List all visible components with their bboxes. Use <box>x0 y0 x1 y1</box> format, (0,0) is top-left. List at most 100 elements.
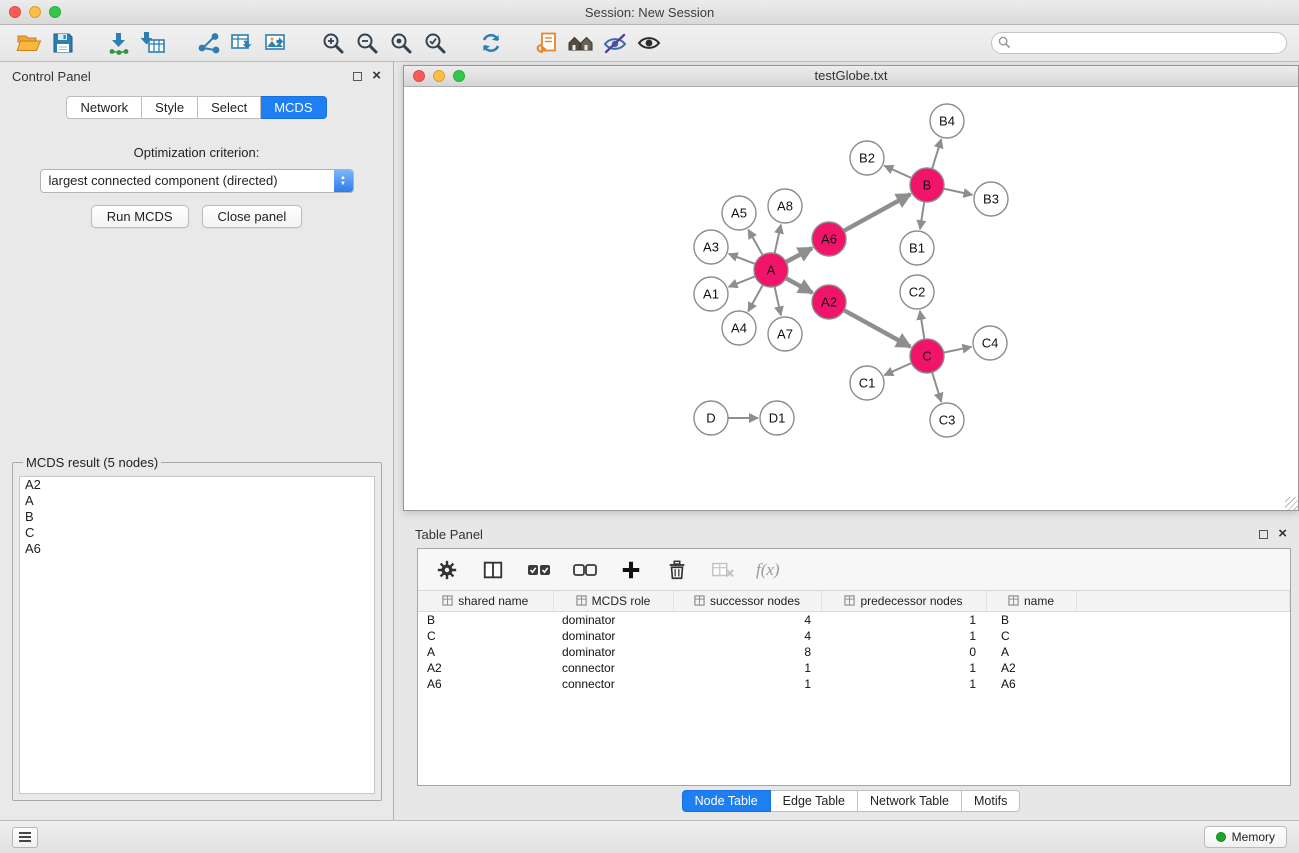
tab-select[interactable]: Select <box>198 96 261 119</box>
node-A6[interactable]: A6 <box>812 222 846 256</box>
edge-B-B1[interactable] <box>920 202 924 229</box>
open-session-icon[interactable] <box>12 28 46 58</box>
edge-A-A4[interactable] <box>748 285 763 312</box>
new-network-table-icon[interactable] <box>226 28 260 58</box>
node-D1[interactable]: D1 <box>760 401 794 435</box>
zoom-button[interactable] <box>49 6 61 18</box>
close-table-panel-icon[interactable]: × <box>1278 528 1287 540</box>
edge-A-A6[interactable] <box>786 248 812 262</box>
node-C1[interactable]: C1 <box>850 366 884 400</box>
node-A4[interactable]: A4 <box>722 311 756 345</box>
copy-style-icon[interactable] <box>530 28 564 58</box>
zoom-fit-icon[interactable] <box>384 28 418 58</box>
edge-B-B3[interactable] <box>944 189 973 195</box>
minimize-button[interactable] <box>29 6 41 18</box>
result-list-item[interactable]: A2 <box>20 477 374 493</box>
node-C2[interactable]: C2 <box>900 275 934 309</box>
node-A3[interactable]: A3 <box>694 230 728 264</box>
node-A7[interactable]: A7 <box>768 317 802 351</box>
column-header-name[interactable]: name <box>986 591 1076 611</box>
tab-node-table[interactable]: Node Table <box>682 790 771 812</box>
table-row[interactable]: Cdominator41C <box>418 628 1290 644</box>
window-resize-grip[interactable] <box>1285 497 1298 510</box>
table-row[interactable]: Adominator80A <box>418 644 1290 660</box>
column-header-successor-nodes[interactable]: successor nodes <box>673 591 821 611</box>
column-selector-icon[interactable] <box>480 557 506 583</box>
table-row[interactable]: A6connector11A6 <box>418 676 1290 692</box>
node-C3[interactable]: C3 <box>930 403 964 437</box>
tab-network-table[interactable]: Network Table <box>858 790 962 812</box>
export-image-icon[interactable] <box>260 28 294 58</box>
edge-A-A7[interactable] <box>775 287 781 316</box>
column-header-shared-name[interactable]: shared name <box>418 591 553 611</box>
node-B1[interactable]: B1 <box>900 231 934 265</box>
node-D[interactable]: D <box>694 401 728 435</box>
close-panel-button[interactable]: Close panel <box>202 205 303 228</box>
zoom-out-icon[interactable] <box>350 28 384 58</box>
edge-A-A2[interactable] <box>786 278 813 293</box>
edge-A-A8[interactable] <box>775 225 781 254</box>
node-C4[interactable]: C4 <box>973 326 1007 360</box>
edge-C-C1[interactable] <box>884 363 911 375</box>
deselect-all-rows-icon[interactable] <box>572 557 598 583</box>
edge-C-C2[interactable] <box>920 311 925 339</box>
function-builder-button[interactable]: f(x) <box>756 560 780 580</box>
apply-layout-icon[interactable] <box>474 28 508 58</box>
network-zoom-button[interactable] <box>453 70 465 82</box>
edge-A-A3[interactable] <box>729 254 755 264</box>
network-close-button[interactable] <box>413 70 425 82</box>
edge-B-B2[interactable] <box>884 166 911 178</box>
node-A8[interactable]: A8 <box>768 189 802 223</box>
import-network-icon[interactable] <box>102 28 136 58</box>
run-mcds-button[interactable]: Run MCDS <box>91 205 189 228</box>
edge-A-A5[interactable] <box>748 230 762 256</box>
table-row[interactable]: Bdominator41B <box>418 611 1290 628</box>
import-table-icon[interactable] <box>136 28 170 58</box>
tab-motifs[interactable]: Motifs <box>962 790 1020 812</box>
edge-C-C4[interactable] <box>944 347 972 353</box>
status-menu-button[interactable] <box>12 827 38 848</box>
zoom-in-icon[interactable] <box>316 28 350 58</box>
close-button[interactable] <box>9 6 21 18</box>
edge-A6-B[interactable] <box>844 194 911 231</box>
column-header-predecessor-nodes[interactable]: predecessor nodes <box>821 591 986 611</box>
mcds-result-list[interactable]: A2ABCA6 <box>19 476 375 794</box>
node-C[interactable]: C <box>910 339 944 373</box>
optimization-select[interactable]: largest connected component (directed) ▲… <box>40 169 354 193</box>
tab-network[interactable]: Network <box>66 96 142 119</box>
tab-mcds[interactable]: MCDS <box>261 96 326 119</box>
node-table[interactable]: shared nameMCDS rolesuccessor nodesprede… <box>418 591 1290 785</box>
network-share-icon[interactable] <box>192 28 226 58</box>
node-A2[interactable]: A2 <box>812 285 846 319</box>
search-input[interactable] <box>991 32 1287 54</box>
node-B3[interactable]: B3 <box>974 182 1008 216</box>
node-B4[interactable]: B4 <box>930 104 964 138</box>
houses-icon[interactable] <box>564 28 598 58</box>
edge-B-B4[interactable] <box>932 139 941 169</box>
network-minimize-button[interactable] <box>433 70 445 82</box>
result-list-item[interactable]: C <box>20 525 374 541</box>
memory-button[interactable]: Memory <box>1204 826 1287 848</box>
node-A[interactable]: A <box>754 253 788 287</box>
node-A1[interactable]: A1 <box>694 277 728 311</box>
node-B2[interactable]: B2 <box>850 141 884 175</box>
result-list-item[interactable]: B <box>20 509 374 525</box>
add-column-icon[interactable] <box>618 557 644 583</box>
node-B[interactable]: B <box>910 168 944 202</box>
tab-edge-table[interactable]: Edge Table <box>771 790 858 812</box>
column-header-mcds-role[interactable]: MCDS role <box>553 591 673 611</box>
edge-A-A1[interactable] <box>729 276 756 287</box>
show-details-eye-icon[interactable] <box>632 28 666 58</box>
select-all-rows-icon[interactable] <box>526 557 552 583</box>
delete-table-icon[interactable] <box>710 557 736 583</box>
float-table-panel-icon[interactable] <box>1259 530 1268 539</box>
close-panel-icon[interactable]: × <box>372 70 381 82</box>
delete-column-trash-icon[interactable] <box>664 557 690 583</box>
node-A5[interactable]: A5 <box>722 196 756 230</box>
result-list-item[interactable]: A6 <box>20 541 374 557</box>
result-list-item[interactable]: A <box>20 493 374 509</box>
table-settings-gear-icon[interactable] <box>434 557 460 583</box>
save-session-icon[interactable] <box>46 28 80 58</box>
network-canvas[interactable]: A A1 A2 A3 A4 A5 A6 A7 A8 B B1 B2 B3 B4 C C1 C2 C3 C4 D D1 <box>404 87 1298 510</box>
edge-A2-C[interactable] <box>844 310 911 347</box>
